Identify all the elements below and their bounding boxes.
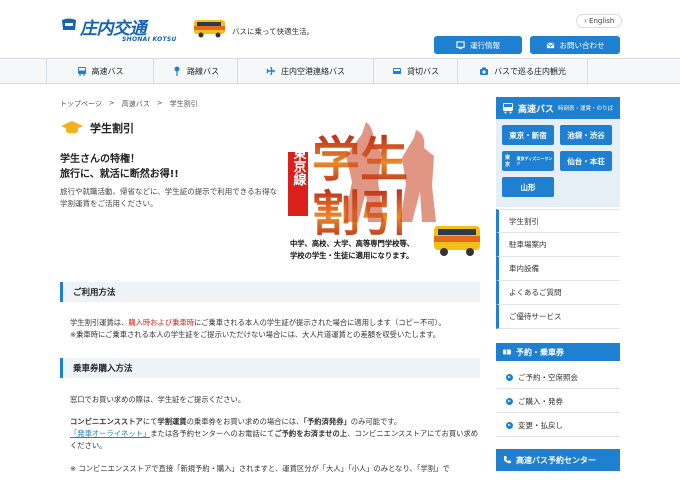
sidebar-link-faq[interactable]: よくあるご質問 <box>496 281 620 305</box>
sidebar-sub-reservation[interactable]: ご予約・空席照会 <box>496 367 620 389</box>
purchase-text: コンビニエンスストアにて学割運賃の乗車券をお買い求めの場合には、「予約済発券」の… <box>70 416 480 452</box>
contact-label: お問い合わせ <box>559 40 605 50</box>
sidebar-sub-label: ご購入・発券 <box>518 397 563 406</box>
sidebar-link-special-service[interactable]: ご優待サービス <box>496 305 620 329</box>
english-label: English <box>589 17 615 25</box>
route-disney-label: 東京ディズニーランド <box>516 156 553 166</box>
tagline: バスに乗って快適生活。 <box>232 27 315 36</box>
route-sendai-honjo[interactable]: 仙台・本荘 <box>560 151 612 171</box>
route-ikebukuro-shibuya[interactable]: 池袋・渋谷 <box>560 125 612 145</box>
ticket-icon <box>503 349 511 355</box>
arrow-circle-icon <box>506 422 513 429</box>
nav-route-bus[interactable]: 路線バス <box>154 58 238 84</box>
sidebar-head2-label: 予約・乗車券 <box>516 347 564 357</box>
banner-caption-1: 中学、高校、大学、高等専門学校等、 <box>290 239 414 248</box>
nav-label: 貸切バス <box>407 66 439 76</box>
nav-label: バスで巡る庄内観光 <box>494 66 566 76</box>
sidebar-sub-purchase[interactable]: ご購入・発券 <box>496 391 620 413</box>
section-purchase-heading: 乗車券購入方法 <box>60 358 480 378</box>
sidebar-head-small: 時刻表・運賃・のりば <box>558 106 614 112</box>
usage-p1-red: 購入時および乗車時 <box>128 318 195 327</box>
nav-label: 路線バス <box>187 66 219 76</box>
sidebar-link-parking[interactable]: 駐車場案内 <box>496 233 620 257</box>
route-tokyo-shinjuku[interactable]: 東京・新宿 <box>502 125 554 145</box>
purchase-note: ※ コンビニエンスストアで直接「新規予約・購入」されますと、運賃区分が「大人」「… <box>70 464 450 473</box>
breadcrumb: トップページ > 高速バス > 学生割引 <box>60 99 198 109</box>
nav-highway-bus[interactable]: 高速バス <box>46 58 154 84</box>
usage-p1-a: 学生割引運賃は、 <box>70 318 129 327</box>
usage-p1-b: にご乗車される本人の学生証が提示された場合に適用します（コピー不可）。 <box>194 318 446 327</box>
sidebar-link-onboard-facilities[interactable]: 車内設備 <box>496 257 620 281</box>
purchase-p2-b: にて <box>142 417 158 426</box>
service-info-label: 運行情報 <box>470 40 500 50</box>
lead-line-1: 学生さんの特権！ <box>60 154 140 165</box>
usage-p2: ※乗車時にご乗車される本人の学生証をご提示いただけない場合には、大人片道運賃との… <box>70 330 441 339</box>
sidebar-highway-heading[interactable]: 高速バス 時刻表・運賃・のりば <box>496 97 620 119</box>
monitor-icon <box>456 40 465 49</box>
english-link[interactable]: › English <box>576 14 623 28</box>
nav-airport-bus[interactable]: 庄内空港連絡バス <box>238 58 374 84</box>
route-yamagata[interactable]: 山形 <box>502 177 554 197</box>
sidebar-sub-change-refund[interactable]: 変更・払戻し <box>496 415 620 437</box>
arrow-circle-icon <box>506 374 513 381</box>
intro-text: 旅行や就職活動、帰省などに、学生証の提示で利用できるお得な学割運賃をご活用くださ… <box>60 187 278 208</box>
global-nav: 高速バス 路線バス 庄内空港連絡バス 貸切バス バスで巡る庄内観光 <box>0 58 680 84</box>
purchase-p2-d: の乗車券をお買い求めの場合には、 <box>186 417 304 426</box>
usage-text: 学生割引運賃は、購入時および乗車時にご乗車される本人の学生証が提示された場合に適… <box>70 317 480 341</box>
sidebar-reservation-heading[interactable]: 予約・乗車券 <box>496 343 620 361</box>
route-buttons: 東京・新宿 池袋・渋谷 東京 東京ディズニーランド 仙台・本荘 山形 <box>496 119 620 207</box>
page-title: 学生割引 <box>60 120 134 136</box>
nav-sightseeing[interactable]: バスで巡る庄内観光 <box>458 58 588 84</box>
logo-mark-icon <box>62 18 76 30</box>
breadcrumb-home[interactable]: トップページ <box>60 99 102 109</box>
lead-line-2: 旅行に、就活に断然お得!! <box>60 169 179 180</box>
phone-icon <box>504 456 511 464</box>
banner-bus-illustration <box>434 226 480 256</box>
banner-caption-2: 学校の学生・生徒に適用になります。 <box>290 251 413 260</box>
sidebar-link-student-discount[interactable]: 学生割引 <box>496 209 620 233</box>
bus-icon <box>503 103 513 114</box>
airplane-icon <box>266 66 275 76</box>
purchase-p3-b: ご予約をお済ませの上 <box>274 429 348 438</box>
breadcrumb-separator: > <box>156 99 163 107</box>
breadcrumb-separator: > <box>108 99 115 107</box>
breadcrumb-current: 学生割引 <box>169 100 198 108</box>
logo-en: SHONAI KOTSU <box>122 36 177 43</box>
hassha-allright-link[interactable]: 「発車オーライネット」 <box>70 429 150 438</box>
mail-icon <box>546 41 554 48</box>
lead-text: 学生さんの特権！ 旅行に、就活に断然お得!! <box>60 152 280 182</box>
purchase-p3-a: または各予約センターへのお電話にて <box>150 429 275 438</box>
contact-button[interactable]: お問い合わせ <box>530 36 620 54</box>
purchase-p2-c: 学割運賃 <box>157 417 187 426</box>
charter-bus-icon <box>393 68 401 74</box>
sidebar-reservation-center-heading[interactable]: 高速バス予約センター <box>496 449 620 471</box>
section-usage-heading: ご利用方法 <box>60 282 480 302</box>
bus-illustration <box>194 20 225 38</box>
purchase-p2-e: 「予約済発券」 <box>303 417 351 426</box>
purchase-p1: 窓口でお買い求めの際は、学生証をご提示ください。 <box>70 395 246 404</box>
route-tokyo-disneyland[interactable]: 東京 東京ディズニーランド <box>502 151 554 171</box>
camera-icon <box>480 67 488 75</box>
sidebar-sub-label: 変更・払戻し <box>518 421 563 430</box>
nav-label: 庄内空港連絡バス <box>281 66 345 76</box>
student-discount-banner: 東京線 学生 割引 中学、高校、大学、高等専門学校等、 学校の学生・生徒に適用に… <box>288 122 480 260</box>
arrow-circle-icon <box>506 398 513 405</box>
shonai-kotsu-logo[interactable]: 庄内交通 SHONAI KOTSU <box>60 14 180 48</box>
bus-icon <box>77 67 86 76</box>
banner-badge: 東京線 <box>291 146 307 187</box>
sidebar-sub-label: ご予約・空席照会 <box>518 373 578 382</box>
nav-charter-bus[interactable]: 貸切バス <box>374 58 458 84</box>
purchase-p2-a: コンビニエンスストア <box>70 417 143 426</box>
bus-stop-icon <box>174 66 180 76</box>
graduation-cap-icon <box>61 121 83 134</box>
nav-label: 高速バス <box>91 66 124 76</box>
sidebar-head3-label: 高速バス予約センター <box>516 455 596 465</box>
site-header: 庄内交通 SHONAI KOTSU バスに乗って快適生活。 › English … <box>0 0 680 58</box>
page-title-text: 学生割引 <box>90 122 134 135</box>
purchase-p2-f: のみ可能です。 <box>350 417 402 426</box>
sidebar-head-big: 高速バス <box>518 104 555 115</box>
service-info-button[interactable]: 運行情報 <box>434 36 522 54</box>
route-prefix: 東京 <box>505 155 511 168</box>
breadcrumb-highway[interactable]: 高速バス <box>122 99 150 109</box>
